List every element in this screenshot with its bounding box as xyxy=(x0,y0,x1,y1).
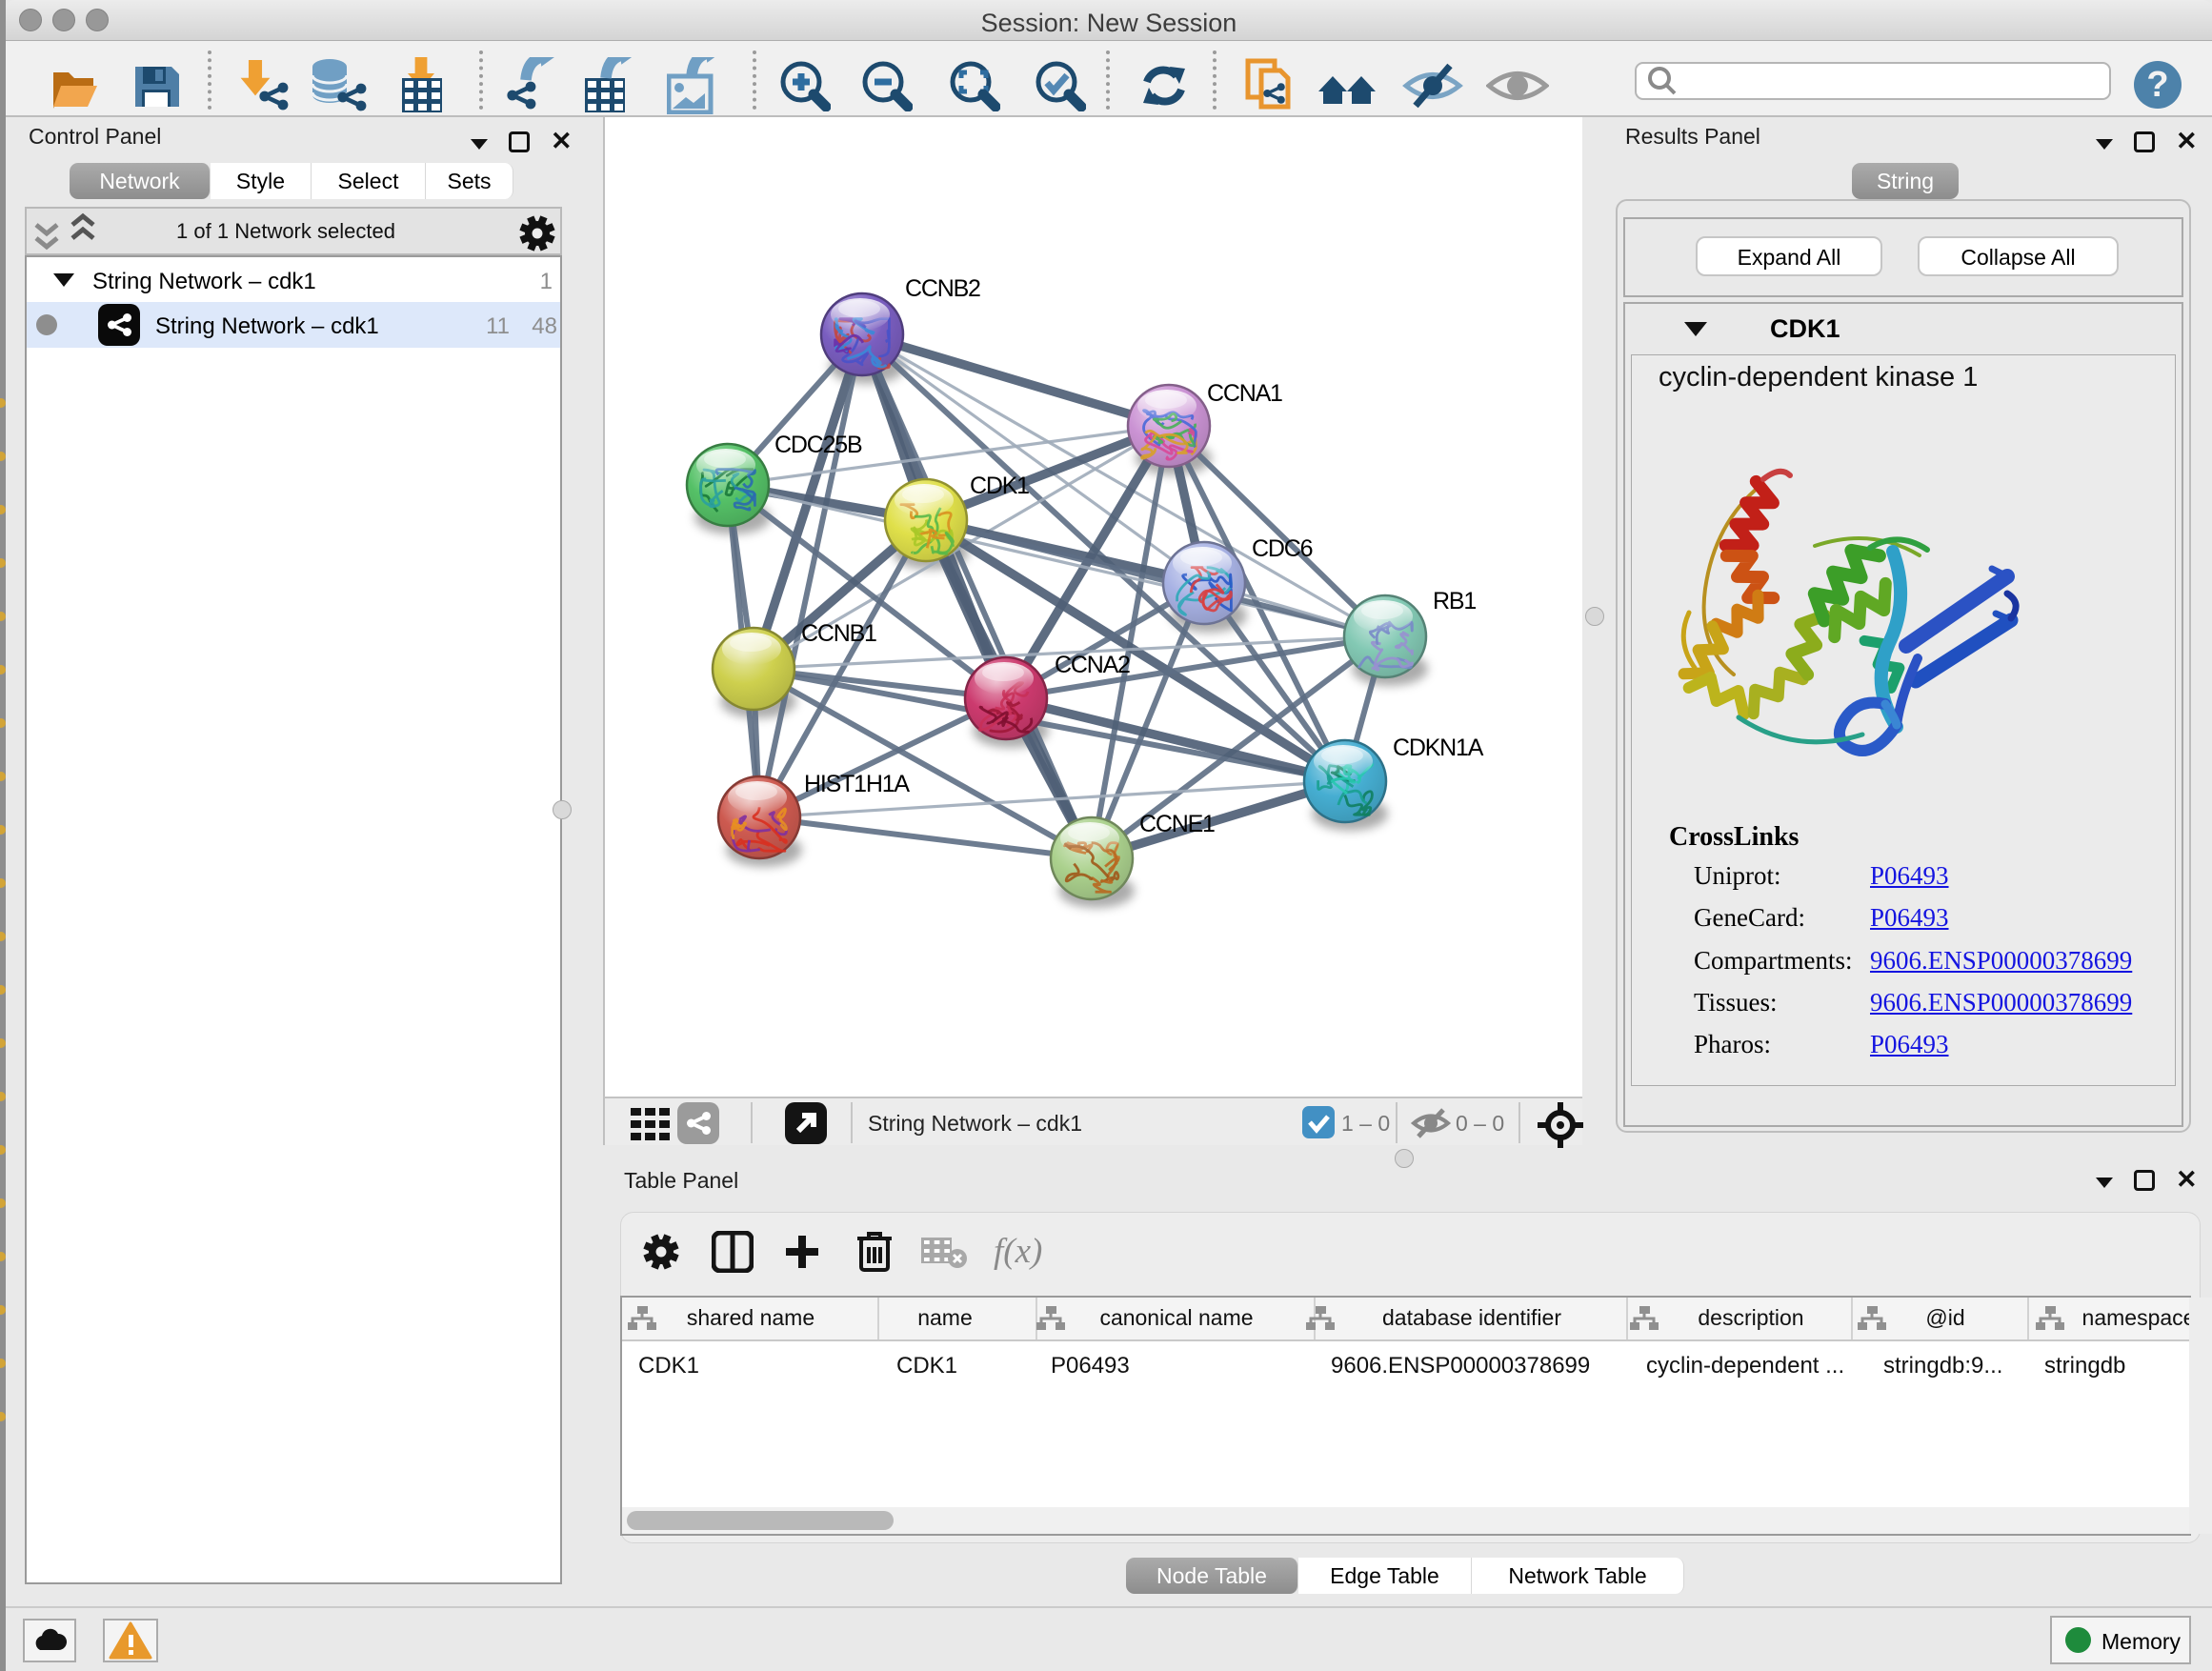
svg-text:RB1: RB1 xyxy=(1433,588,1476,614)
svg-text:CCNA1: CCNA1 xyxy=(1207,380,1282,407)
svg-text:CDK1: CDK1 xyxy=(970,473,1029,499)
svg-text:CCNA2: CCNA2 xyxy=(1055,652,1130,678)
svg-text:CDKN1A: CDKN1A xyxy=(1393,735,1484,761)
svg-text:CCNE1: CCNE1 xyxy=(1139,811,1215,837)
svg-text:HIST1H1A: HIST1H1A xyxy=(804,771,910,797)
svg-text:CCNB1: CCNB1 xyxy=(801,620,876,647)
svg-text:CDC6: CDC6 xyxy=(1252,535,1313,562)
svg-text:CDC25B: CDC25B xyxy=(774,432,862,458)
svg-text:CCNB2: CCNB2 xyxy=(905,275,980,302)
